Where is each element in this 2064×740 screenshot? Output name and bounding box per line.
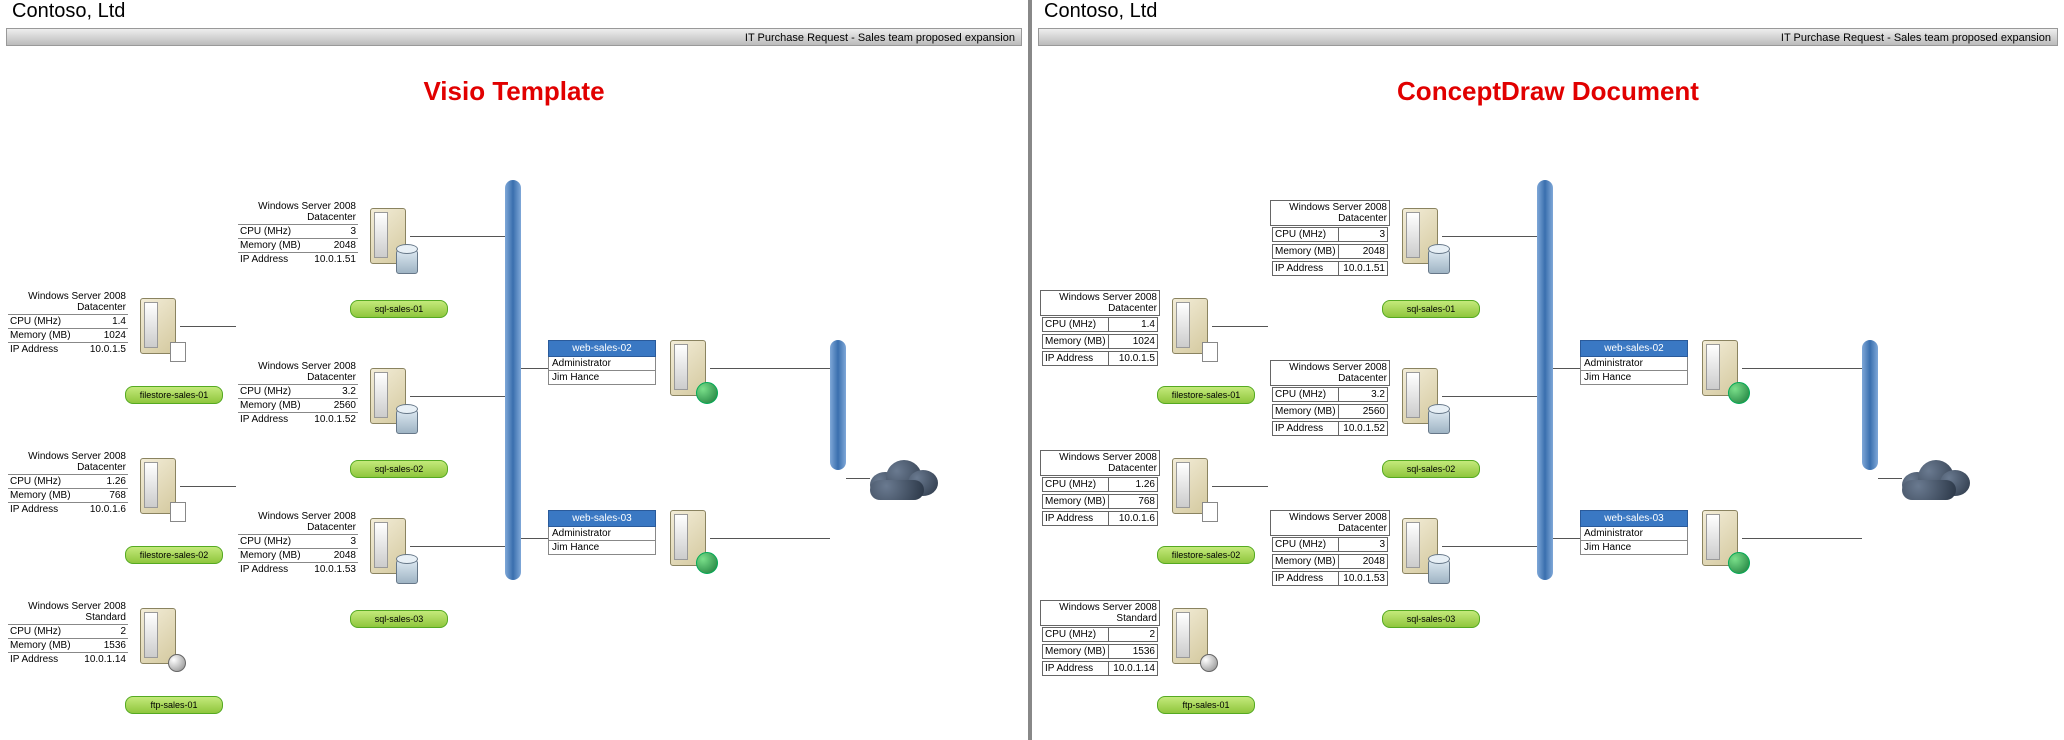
web-box-02: web-sales-02 Administrator Jim Hance bbox=[1580, 340, 1688, 385]
label-ftp-01: ftp-sales-01 bbox=[1157, 696, 1255, 714]
spec-filestore-02: Windows Server 2008Datacenter CPU (MHz)1… bbox=[1040, 450, 1160, 527]
label-filestore-01: filestore-sales-01 bbox=[1157, 386, 1255, 404]
spec-sql-01: Windows Server 2008Datacenter CPU (MHz)3… bbox=[1270, 200, 1390, 277]
spec-sql-02: Windows Server 2008Datacenter CPU (MHz)3… bbox=[1270, 360, 1390, 437]
label-ftp-01: ftp-sales-01 bbox=[125, 696, 223, 714]
spec-filestore-01: Windows Server 2008Datacenter CPU (MHz)1… bbox=[1040, 290, 1160, 367]
server-icon bbox=[670, 510, 710, 570]
diagram-canvas-left: Windows Server 2008Datacenter CPU (MHz)1… bbox=[0, 0, 1028, 740]
server-icon bbox=[140, 608, 180, 668]
server-icon bbox=[370, 368, 410, 428]
server-icon bbox=[140, 458, 180, 518]
server-icon bbox=[1402, 368, 1442, 428]
spec-filestore-02: Windows Server 2008Datacenter CPU (MHz)1… bbox=[8, 450, 128, 516]
backbone-rod-b bbox=[1862, 340, 1878, 470]
server-icon bbox=[670, 340, 710, 400]
server-icon bbox=[140, 298, 180, 358]
label-sql-02: sql-sales-02 bbox=[350, 460, 448, 478]
spec-sql-02: Windows Server 2008Datacenter CPU (MHz)3… bbox=[238, 360, 358, 426]
label-sql-01: sql-sales-01 bbox=[350, 300, 448, 318]
diagram-canvas-right: Windows Server 2008Datacenter CPU (MHz)1… bbox=[1032, 0, 2064, 740]
cloud-icon bbox=[870, 460, 938, 500]
server-icon bbox=[1402, 208, 1442, 268]
cloud-icon bbox=[1902, 460, 1970, 500]
server-icon bbox=[1172, 458, 1212, 518]
server-icon bbox=[370, 518, 410, 578]
label-sql-01: sql-sales-01 bbox=[1382, 300, 1480, 318]
server-icon bbox=[1702, 510, 1742, 570]
backbone-rod-a bbox=[505, 180, 521, 580]
web-box-03: web-sales-03 Administrator Jim Hance bbox=[548, 510, 656, 555]
label-filestore-02: filestore-sales-02 bbox=[125, 546, 223, 564]
label-sql-03: sql-sales-03 bbox=[350, 610, 448, 628]
label-sql-03: sql-sales-03 bbox=[1382, 610, 1480, 628]
spec-sql-01: Windows Server 2008Datacenter CPU (MHz)3… bbox=[238, 200, 358, 266]
server-icon bbox=[1702, 340, 1742, 400]
web-box-02: web-sales-02 Administrator Jim Hance bbox=[548, 340, 656, 385]
server-icon bbox=[1402, 518, 1442, 578]
spec-sql-03: Windows Server 2008Datacenter CPU (MHz)3… bbox=[238, 510, 358, 576]
spec-ftp-01: Windows Server 2008Standard CPU (MHz)2 M… bbox=[1040, 600, 1160, 677]
spec-ftp-01: Windows Server 2008Standard CPU (MHz)2 M… bbox=[8, 600, 128, 666]
backbone-rod-b bbox=[830, 340, 846, 470]
server-icon bbox=[1172, 298, 1212, 358]
server-icon bbox=[1172, 608, 1212, 668]
label-sql-02: sql-sales-02 bbox=[1382, 460, 1480, 478]
web-box-03: web-sales-03 Administrator Jim Hance bbox=[1580, 510, 1688, 555]
label-filestore-02: filestore-sales-02 bbox=[1157, 546, 1255, 564]
spec-filestore-01: Windows Server 2008Datacenter CPU (MHz)1… bbox=[8, 290, 128, 356]
backbone-rod-a bbox=[1537, 180, 1553, 580]
spec-sql-03: Windows Server 2008Datacenter CPU (MHz)3… bbox=[1270, 510, 1390, 587]
server-icon bbox=[370, 208, 410, 268]
label-filestore-01: filestore-sales-01 bbox=[125, 386, 223, 404]
